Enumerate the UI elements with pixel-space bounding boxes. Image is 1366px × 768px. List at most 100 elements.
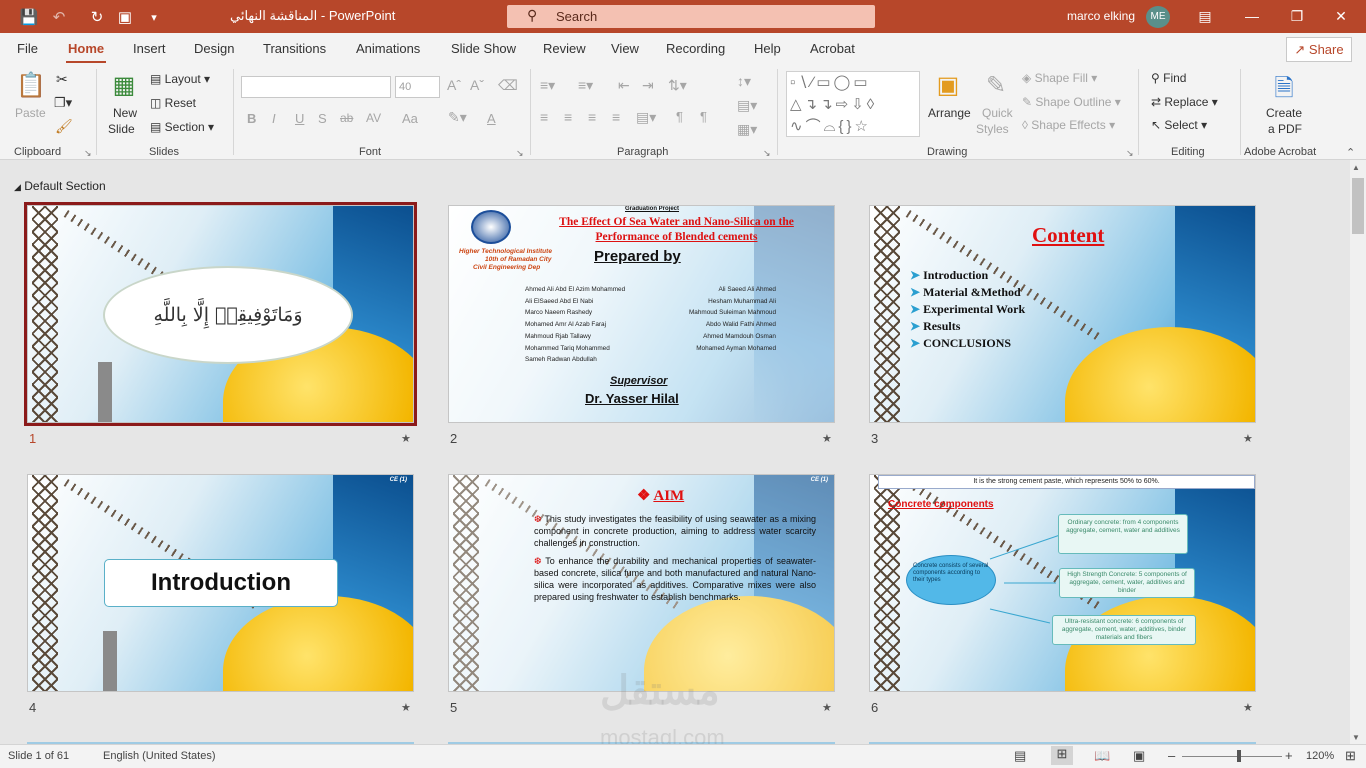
new-slide-icon[interactable]: ▦	[108, 71, 140, 100]
new-slide-label-1[interactable]: New	[113, 106, 137, 120]
tab-design[interactable]: Design	[194, 41, 234, 56]
scrollbar-thumb[interactable]	[1352, 178, 1364, 234]
create-pdf-label-1[interactable]: Create	[1266, 106, 1302, 120]
justify-icon[interactable]: ≡	[612, 109, 620, 125]
layout-button[interactable]: ▤ Layout ▾	[150, 72, 210, 86]
slide-thumbnail[interactable]: CE (1) ❖ AIM ❆ This study investigates t…	[448, 474, 835, 692]
tab-view[interactable]: View	[611, 41, 639, 56]
restore-icon[interactable]: ❐	[1287, 6, 1307, 26]
highlight-icon[interactable]: ✎▾	[448, 109, 467, 126]
columns-icon[interactable]: ▤▾	[636, 109, 656, 126]
zoom-level[interactable]: 120%	[1306, 750, 1334, 762]
paste-button[interactable]: Paste	[15, 106, 46, 120]
slide-thumbnail[interactable]: It is the strong cement paste, which rep…	[869, 474, 1256, 692]
replace-button[interactable]: ⇄ Replace ▾	[1151, 95, 1218, 109]
align-center-icon[interactable]: ≡	[564, 109, 572, 125]
clipboard-launcher-icon[interactable]: ↘	[84, 148, 92, 159]
vertical-scrollbar[interactable]	[1350, 160, 1366, 744]
line-spacing-icon[interactable]: ⇅▾	[668, 77, 687, 94]
text-direction-icon[interactable]: ¶	[676, 109, 683, 124]
arrange-label[interactable]: Arrange	[928, 106, 971, 120]
reading-view-icon[interactable]: 📖	[1094, 748, 1110, 764]
bullets-icon[interactable]: ≡▾	[540, 77, 555, 94]
present-icon[interactable]: ▣	[114, 6, 136, 28]
slide-thumbnail[interactable]: CE (1) Introduction	[27, 474, 414, 692]
paste-icon[interactable]: 📋	[16, 71, 46, 100]
align-left-icon[interactable]: ≡	[540, 109, 548, 125]
shapes-gallery[interactable]: ▫∖∕▭◯▭ △↴↴⇨⇩◊ ∿⌒⌓{}☆	[786, 71, 920, 137]
char-spacing-button[interactable]: AV	[366, 111, 381, 125]
decrease-indent-icon[interactable]: ⇤	[618, 77, 630, 94]
share-button[interactable]: ↗ Share	[1286, 37, 1352, 62]
animation-star-icon[interactable]: ★	[1243, 701, 1253, 714]
smartart-icon[interactable]: ▦▾	[737, 121, 757, 138]
minimize-icon[interactable]: —	[1242, 6, 1262, 26]
tab-transitions[interactable]: Transitions	[263, 41, 326, 56]
copy-icon[interactable]: ❐▾	[54, 95, 72, 111]
create-pdf-label-2[interactable]: a PDF	[1268, 122, 1302, 136]
animation-star-icon[interactable]: ★	[822, 701, 832, 714]
tab-review[interactable]: Review	[543, 41, 586, 56]
collapse-ribbon-icon[interactable]: ⌃	[1346, 146, 1355, 159]
undo-icon[interactable]: ↶	[48, 6, 70, 28]
tab-animations[interactable]: Animations	[356, 41, 420, 56]
shape-effects-button[interactable]: ◊ Shape Effects ▾	[1022, 118, 1115, 132]
user-name[interactable]: marco elking	[1067, 9, 1135, 23]
normal-view-icon[interactable]: ▤	[1014, 748, 1026, 764]
cut-icon[interactable]: ✂	[56, 71, 68, 88]
ribbon-display-icon[interactable]: ▤	[1195, 6, 1215, 26]
slide-thumbnail[interactable]: Content ➤ Introduction ➤ Material &Method…	[869, 205, 1256, 423]
tab-acrobat[interactable]: Acrobat	[810, 41, 855, 56]
reset-button[interactable]: ◫ Reset	[150, 96, 196, 110]
drawing-launcher-icon[interactable]: ↘	[1126, 148, 1134, 159]
scroll-down-icon[interactable]: ▼	[1352, 733, 1360, 742]
slideshow-view-icon[interactable]: ▣	[1133, 748, 1145, 764]
search-box[interactable]: ⚲ Search	[507, 5, 875, 28]
change-case-button[interactable]: Aa	[402, 111, 418, 126]
align-right-icon[interactable]: ≡	[588, 109, 596, 125]
font-size-field[interactable]: 40	[395, 76, 440, 98]
zoom-slider-handle[interactable]	[1237, 750, 1241, 762]
font-launcher-icon[interactable]: ↘	[516, 148, 524, 159]
fit-to-window-icon[interactable]: ⊞	[1345, 748, 1356, 764]
language-status[interactable]: English (United States)	[103, 750, 216, 762]
shadow-button[interactable]: S	[318, 111, 327, 126]
clear-format-icon[interactable]: ⌫	[498, 77, 518, 94]
tab-help[interactable]: Help	[754, 41, 781, 56]
grow-font-icon[interactable]: Aˆ	[447, 77, 461, 93]
scroll-up-icon[interactable]: ▲	[1352, 163, 1360, 172]
shape-fill-button[interactable]: ◈ Shape Fill ▾	[1022, 71, 1097, 85]
tab-home[interactable]: Home	[68, 41, 104, 56]
italic-button[interactable]: I	[272, 111, 276, 126]
bold-button[interactable]: B	[247, 111, 256, 126]
arrange-icon[interactable]: ▣	[932, 71, 964, 100]
animation-star-icon[interactable]: ★	[401, 432, 411, 445]
tab-file[interactable]: File	[17, 41, 38, 56]
quick-styles-label-1[interactable]: Quick	[982, 106, 1013, 120]
find-button[interactable]: ⚲ Find	[1151, 71, 1186, 85]
slide-sorter-view-icon[interactable]: ⊞	[1051, 746, 1073, 765]
section-collapse-icon[interactable]: ◢	[14, 182, 21, 192]
tab-recording[interactable]: Recording	[666, 41, 725, 56]
shape-outline-button[interactable]: ✎ Shape Outline ▾	[1022, 95, 1121, 109]
align-text-icon[interactable]: ▤▾	[737, 97, 757, 114]
zoom-in-icon[interactable]: +	[1285, 748, 1293, 763]
animation-star-icon[interactable]: ★	[822, 432, 832, 445]
text-direction-menu-icon[interactable]: ↕▾	[737, 73, 751, 90]
section-header[interactable]: ◢ Default Section	[14, 179, 106, 193]
avatar[interactable]: ME	[1146, 6, 1170, 28]
close-icon[interactable]: ✕	[1331, 6, 1351, 26]
font-color-button[interactable]: A	[487, 111, 496, 126]
tab-insert[interactable]: Insert	[133, 41, 166, 56]
animation-star-icon[interactable]: ★	[1243, 432, 1253, 445]
paragraph-launcher-icon[interactable]: ↘	[763, 148, 771, 159]
zoom-out-icon[interactable]: –	[1168, 748, 1175, 763]
quick-styles-label-2[interactable]: Styles	[976, 122, 1009, 136]
quick-styles-icon[interactable]: ✎	[980, 71, 1012, 100]
new-slide-label-2[interactable]: Slide	[108, 122, 135, 136]
shrink-font-icon[interactable]: Aˇ	[470, 77, 484, 93]
tab-slide-show[interactable]: Slide Show	[451, 41, 516, 56]
slide-thumbnail[interactable]: وَمَاتَوْفِيقِيۤ إِلَّا بِاللَّهِ	[24, 202, 417, 426]
numbering-icon[interactable]: ≡▾	[578, 77, 593, 94]
font-name-field[interactable]	[241, 76, 391, 98]
